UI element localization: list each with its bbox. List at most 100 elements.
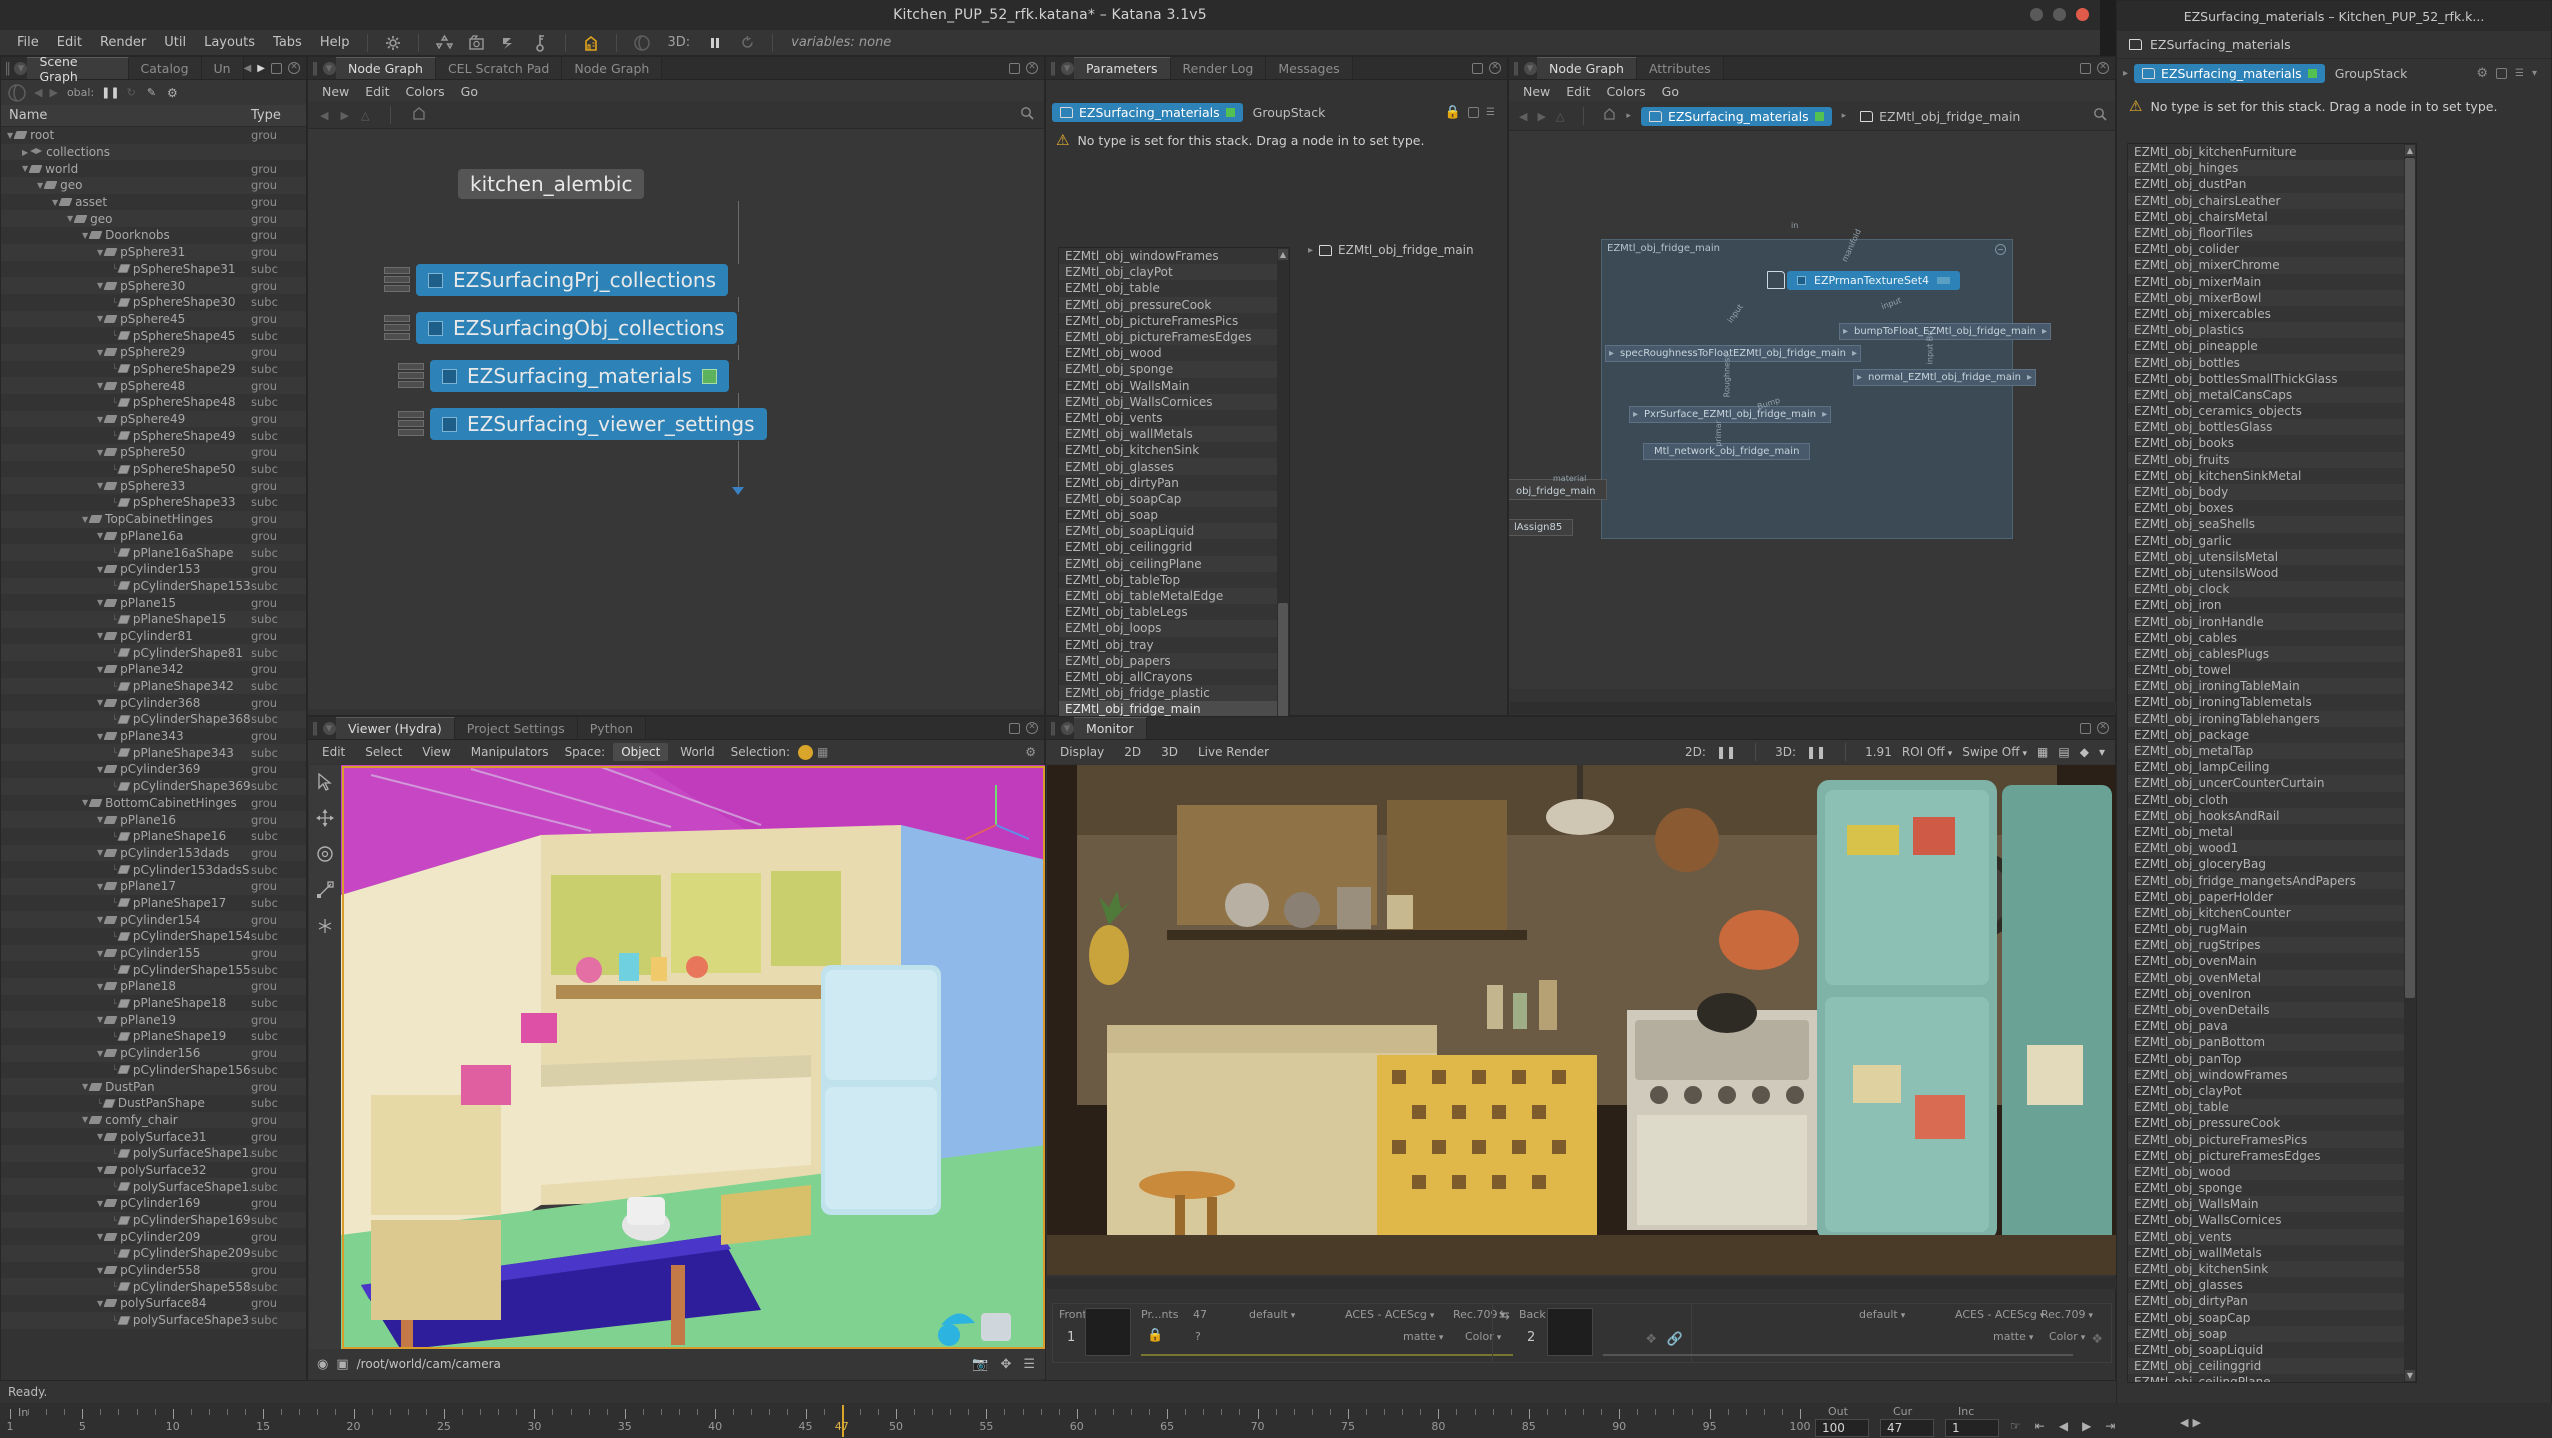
scene-graph-row[interactable]: └DustPanShapesubc xyxy=(1,1095,306,1112)
expand-arrow-open-icon[interactable]: ▼ xyxy=(97,1199,103,1208)
main-menu-bar[interactable]: File Edit Render Util Layouts Tabs Help … xyxy=(0,30,2100,56)
nav-forward-icon[interactable]: ▶ xyxy=(47,86,59,99)
fit-icon[interactable]: ✥ xyxy=(1000,1357,1011,1372)
menu-go[interactable]: Go xyxy=(453,83,486,100)
home-icon[interactable] xyxy=(412,107,426,124)
menu-file[interactable]: File xyxy=(8,33,48,52)
scene-graph-row[interactable]: └pSphereShape48subc xyxy=(1,394,306,411)
material-list-item[interactable]: EZMtl_obj_mixerMain xyxy=(2128,274,2416,290)
material-list-item[interactable]: EZMtl_obj_windowFrames xyxy=(1059,248,1289,264)
tab-node-graph-2[interactable]: Node Graph xyxy=(562,57,662,79)
material-list-item[interactable]: EZMtl_obj_tableTop xyxy=(1059,572,1289,588)
space-object-button[interactable]: Object xyxy=(613,743,668,761)
pane-drag-handle[interactable]: ‖ xyxy=(308,717,322,739)
expand-arrow-open-icon[interactable]: ▼ xyxy=(37,181,43,190)
gear-icon[interactable]: ⚙ xyxy=(2476,66,2488,81)
material-list-item[interactable]: EZMtl_obj_cables xyxy=(2128,630,2416,646)
scene-graph-row[interactable]: ▼pPlane342grou xyxy=(1,661,306,678)
selection-mode-icon[interactable]: ▦ xyxy=(817,745,828,759)
step-forward-icon[interactable]: ▶ xyxy=(2082,1419,2091,1433)
tab-groupstack[interactable]: GroupStack xyxy=(2331,64,2412,83)
tab-controls[interactable]: ◀ ▶ ✕ xyxy=(244,57,306,79)
close-pane-icon[interactable]: ✕ xyxy=(1026,722,1038,734)
expand-arrow-open-icon[interactable]: ▼ xyxy=(82,515,88,524)
tab-python[interactable]: Python xyxy=(578,717,646,739)
gear-icon[interactable] xyxy=(382,33,404,53)
chevron-right-icon[interactable]: ▸ xyxy=(2123,68,2128,79)
right-material-list-container[interactable]: EZMtl_obj_kitchenFurnitureEZMtl_obj_hing… xyxy=(2127,143,2417,1383)
scene-graph-row[interactable]: ▼pCylinder558grou xyxy=(1,1262,306,1279)
scene-graph-row[interactable]: ▼polySurface84grou xyxy=(1,1295,306,1312)
tree-branch-icon[interactable]: └ xyxy=(112,1249,117,1258)
scene-graph-row[interactable]: └pPlaneShape342subc xyxy=(1,678,306,695)
scene-graph-toolbar[interactable]: ◀ ▶ obal: ❚❚ ↻ ✎ ⚙ xyxy=(1,80,306,105)
expand-arrow-open-icon[interactable]: ▼ xyxy=(52,198,58,207)
grid-icon[interactable]: ▦ xyxy=(2037,745,2048,759)
back-colorspace-out[interactable]: Rec.709 xyxy=(2041,1308,2093,1321)
bookmark-icon[interactable]: ☰ xyxy=(1023,1357,1035,1372)
scene-graph-row[interactable]: ▼rootgrou xyxy=(1,127,306,144)
material-list-item[interactable]: EZMtl_obj_windowFrames xyxy=(2128,1067,2416,1083)
pause-3d-icon[interactable]: ❚❚ xyxy=(1806,745,1826,759)
scene-graph-row[interactable]: ▼geogrou xyxy=(1,177,306,194)
menu-view[interactable]: View xyxy=(414,743,458,761)
camera-lock-icon[interactable]: ◉ xyxy=(317,1357,328,1372)
node-kitchen-alembic[interactable]: kitchen_alembic xyxy=(458,169,644,199)
expand-arrow-open-icon[interactable]: ▼ xyxy=(97,1132,103,1141)
node-ezsurfacingobj-collections[interactable]: EZSurfacingObj_collections xyxy=(416,312,737,344)
nav-up-icon[interactable]: △ xyxy=(361,109,369,122)
material-list-item[interactable]: EZMtl_obj_metalTap xyxy=(2128,743,2416,759)
timeline-ruler[interactable]: 1510152025303540455055606570758085909510… xyxy=(0,1403,2552,1438)
material-list-item[interactable]: EZMtl_obj_pava xyxy=(2128,1018,2416,1034)
scene-graph-row[interactable]: └pSphereShape45subc xyxy=(1,327,306,344)
node-ezprman-textureset4[interactable]: EZPrmanTextureSet4 xyxy=(1787,271,1960,290)
expand-arrow-open-icon[interactable]: ▼ xyxy=(97,598,103,607)
expand-arrow-open-icon[interactable]: ▼ xyxy=(97,248,103,257)
node-graph-canvas[interactable]: kitchen_alembicEZSurfacingPrj_collection… xyxy=(308,129,1044,709)
menu-manipulators[interactable]: Manipulators xyxy=(463,743,557,761)
material-list-item[interactable]: EZMtl_obj_tableMetalEdge xyxy=(1059,588,1289,604)
material-list-item[interactable]: EZMtl_obj_ceramics_objects xyxy=(2128,403,2416,419)
material-list-item[interactable]: EZMtl_obj_soapLiquid xyxy=(2128,1342,2416,1358)
material-list-item[interactable]: EZMtl_obj_rugStripes xyxy=(2128,937,2416,953)
tree-branch-icon[interactable]: └ xyxy=(112,331,117,340)
close-pane-icon[interactable]: ✕ xyxy=(2097,62,2109,74)
scene-graph-row[interactable]: ▼pSphere29grou xyxy=(1,344,306,361)
expand-arrow-open-icon[interactable]: ▼ xyxy=(97,631,103,640)
scene-graph-row[interactable]: ▼BottomCabinetHingesgrou xyxy=(1,795,306,812)
menu-new[interactable]: New xyxy=(1515,83,1558,100)
pane-drag-handle[interactable]: ‖ xyxy=(308,57,322,79)
expand-arrow-open-icon[interactable]: ▼ xyxy=(82,1115,88,1124)
material-list-item[interactable]: EZMtl_obj_uncerCounterCurtain xyxy=(2128,775,2416,791)
tab-controls[interactable]: ✕ xyxy=(1472,57,1507,79)
material-list-item[interactable]: EZMtl_obj_ceilingPlane xyxy=(1059,556,1289,572)
tree-branch-icon[interactable]: └ xyxy=(112,832,117,841)
nav-up-icon[interactable]: △ xyxy=(1556,110,1564,123)
menu-util[interactable]: Util xyxy=(155,33,195,52)
tab-node-graph[interactable]: Node Graph xyxy=(1537,57,1637,79)
pin-icon[interactable] xyxy=(2496,68,2507,79)
tree-branch-icon[interactable]: └ xyxy=(112,999,117,1008)
scene-graph-row[interactable]: ▼pCylinder156grou xyxy=(1,1045,306,1062)
pane-drag-handle[interactable]: ‖ xyxy=(1509,57,1523,79)
material-list-item[interactable]: EZMtl_obj_dirtyPan xyxy=(1059,475,1289,491)
tab-node-graph[interactable]: Node Graph xyxy=(336,57,436,79)
expand-arrow-open-icon[interactable]: ▼ xyxy=(97,381,103,390)
expand-arrow-open-icon[interactable]: ▼ xyxy=(82,1082,88,1091)
pause-2d-icon[interactable]: ❚❚ xyxy=(1716,745,1736,759)
material-list-item[interactable]: EZMtl_obj_package xyxy=(2128,727,2416,743)
tree-branch-icon[interactable]: └ xyxy=(112,932,117,941)
pane-drag-handle[interactable]: ‖ xyxy=(1046,717,1060,739)
chevron-down-icon[interactable]: ▾ xyxy=(2532,68,2537,79)
breadcrumb-ezsurfacing-materials[interactable]: EZSurfacing_materials xyxy=(1052,103,1243,122)
tree-branch-icon[interactable]: └ xyxy=(112,1032,117,1041)
scene-graph-row[interactable]: └pCylinderShape81subc xyxy=(1,644,306,661)
viewport-3d-render[interactable] xyxy=(341,765,1045,1350)
viewer-viewport[interactable] xyxy=(309,765,1045,1350)
material-list-item[interactable]: EZMtl_obj_books xyxy=(2128,435,2416,451)
menu-2d[interactable]: 2D xyxy=(1116,743,1149,761)
scene-graph-row[interactable]: └polySurfaceShape3subc xyxy=(1,1312,306,1329)
material-list-item[interactable]: EZMtl_obj_pressureCook xyxy=(1059,297,1289,313)
tree-branch-icon[interactable]: └ xyxy=(112,865,117,874)
material-list-item[interactable]: EZMtl_obj_mixerChrome xyxy=(2128,257,2416,273)
